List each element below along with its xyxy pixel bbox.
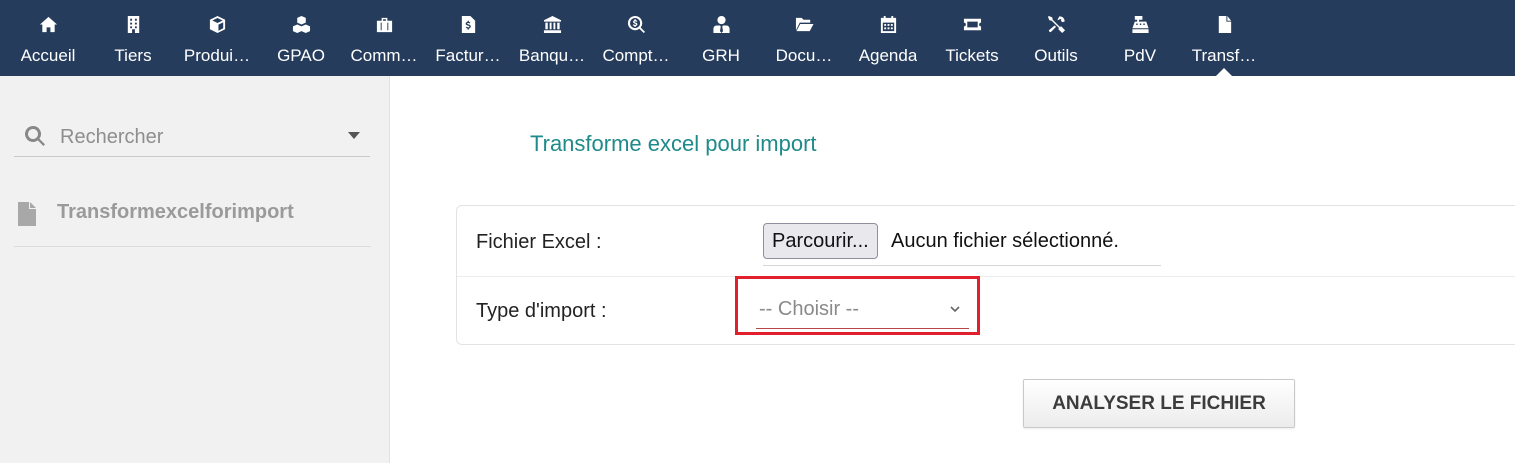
user-tie-icon (711, 14, 731, 34)
file-status: Aucun fichier sélectionné. (891, 230, 1119, 252)
file-input[interactable]: Parcourir... Aucun fichier sélectionné. (763, 223, 1161, 266)
page-title: Transforme excel pour import (530, 131, 817, 156)
calendar-icon (878, 14, 898, 34)
cubes-icon (291, 14, 311, 34)
nav-item-facturation[interactable]: Factur… (428, 0, 508, 76)
cube-icon (207, 14, 227, 34)
browse-button[interactable]: Parcourir... (763, 223, 878, 259)
nav-item-agenda[interactable]: Agenda (848, 0, 928, 76)
form-row-excel-file: Fichier Excel : Parcourir... Aucun fichi… (457, 206, 1515, 277)
nav-item-produits[interactable]: Produi… (177, 0, 257, 76)
nav-label: Transf… (1191, 46, 1257, 65)
chevron-down-icon (949, 302, 961, 314)
nav-label: Comm… (350, 46, 418, 65)
nav-item-grh[interactable]: GRH (681, 0, 761, 76)
suitcase-icon (374, 14, 394, 34)
nav-item-comptabilite[interactable]: Compt… (596, 0, 676, 76)
search-input[interactable] (58, 121, 332, 153)
sidebar-item-transformexcelforimport[interactable]: Transformexcelforimport (14, 184, 371, 247)
active-indicator (1216, 68, 1232, 76)
nav-item-gpao[interactable]: GPAO (261, 0, 341, 76)
tools-icon (1046, 14, 1066, 34)
left-sidebar: Transformexcelforimport (0, 76, 390, 463)
nav-item-tickets[interactable]: Tickets (932, 0, 1012, 76)
nav-label: Agenda (858, 46, 918, 65)
import-type-select[interactable]: -- Choisir -- (756, 290, 969, 329)
nav-item-outils[interactable]: Outils (1016, 0, 1096, 76)
ticket-icon (962, 14, 982, 34)
nav-item-accueil[interactable]: Accueil (8, 0, 88, 76)
top-navigation-bar: Accueil Tiers Produi… GPAO Comm… Factur…… (0, 0, 1515, 76)
nav-label: Tiers (114, 46, 152, 65)
search-icon (24, 125, 46, 147)
select-value: -- Choisir -- (759, 298, 859, 320)
search-dollar-icon (626, 14, 646, 34)
nav-label: Outils (1034, 46, 1078, 65)
folder-open-icon (794, 14, 814, 34)
building-icon (123, 14, 143, 34)
nav-label: PdV (1123, 46, 1157, 65)
invoice-icon (458, 14, 478, 34)
nav-label: Docu… (775, 46, 833, 65)
import-type-label: Type d'import : (476, 300, 607, 322)
nav-item-tiers[interactable]: Tiers (93, 0, 173, 76)
bank-icon (542, 14, 562, 34)
cash-register-icon (1130, 14, 1150, 34)
analyze-file-button[interactable]: ANALYSER LE FICHIER (1023, 379, 1295, 428)
nav-label: Produi… (183, 46, 251, 65)
nav-item-transformexcel[interactable]: Transf… (1184, 0, 1264, 76)
nav-label: Tickets (945, 46, 999, 65)
sidebar-item-label: Transformexcelforimport (57, 201, 294, 223)
nav-item-commercial[interactable]: Comm… (344, 0, 424, 76)
nav-label: Banqu… (518, 46, 586, 65)
form-row-import-type: Type d'import : (457, 277, 1515, 344)
nav-item-pdv[interactable]: PdV (1100, 0, 1180, 76)
search-box[interactable] (14, 116, 370, 157)
file-icon (1214, 14, 1234, 34)
chevron-down-icon[interactable] (348, 132, 360, 139)
file-icon (18, 202, 36, 226)
nav-label: Compt… (602, 46, 670, 65)
import-form: Fichier Excel : Parcourir... Aucun fichi… (456, 205, 1515, 345)
nav-label: GPAO (277, 46, 325, 65)
nav-label: GRH (702, 46, 740, 65)
nav-label: Accueil (20, 46, 76, 65)
nav-item-documents[interactable]: Docu… (764, 0, 844, 76)
nav-item-banque[interactable]: Banqu… (512, 0, 592, 76)
home-icon (38, 14, 58, 34)
excel-file-label: Fichier Excel : (476, 231, 602, 253)
nav-label: Factur… (435, 46, 501, 65)
